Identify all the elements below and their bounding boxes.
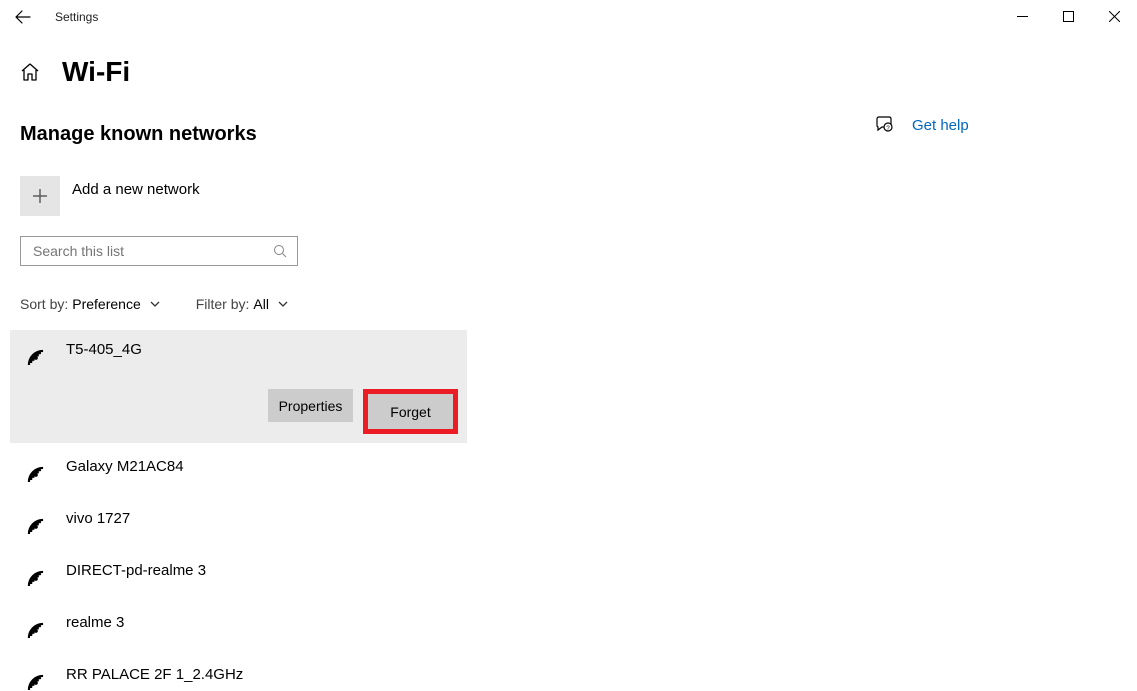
content-area: Manage known networks Add a new network … [20,123,1137,691]
search-icon [272,243,287,259]
page-header: Wi-Fi [20,56,1137,88]
network-name: vivo 1727 [66,510,130,527]
filter-value: All [253,296,269,312]
network-name: realme 3 [66,614,124,631]
get-help-link[interactable]: Get help [912,117,969,134]
search-box[interactable] [20,236,298,266]
maximize-icon [1063,11,1074,22]
add-new-network[interactable]: Add a new network [20,176,1137,216]
sort-value: Preference [72,296,140,312]
close-button[interactable] [1091,0,1137,32]
network-name: Galaxy M21AC84 [66,458,184,475]
wifi-icon [22,613,50,639]
search-input[interactable] [31,242,272,260]
home-button[interactable] [20,62,40,82]
arrow-left-icon [15,9,31,25]
network-name: T5-405_4G [66,341,142,358]
network-item[interactable]: realme 3 [10,603,467,651]
wifi-icon [22,665,50,691]
sort-by-dropdown[interactable]: Sort by: Preference [20,296,161,312]
add-new-label: Add a new network [72,181,200,198]
chevron-down-icon [277,298,289,310]
network-actions: Properties Forget [268,389,458,434]
network-item[interactable]: RR PALACE 2F 1_2.4GHz [10,655,467,691]
network-item[interactable]: vivo 1727 [10,499,467,547]
network-item[interactable]: DIRECT-pd-realme 3 [10,551,467,599]
network-name: DIRECT-pd-realme 3 [66,562,206,579]
wifi-icon [22,561,50,587]
networks-list: T5-405_4G Properties Forget Galaxy M21AC… [10,330,467,691]
window-controls [999,0,1137,32]
filter-label: Filter by: [196,296,250,312]
minimize-icon [1017,11,1028,22]
window-title: Settings [55,10,98,24]
title-bar: Settings [0,0,1137,34]
chevron-down-icon [149,298,161,310]
forget-button[interactable]: Forget [368,394,453,429]
page-title: Wi-Fi [62,56,130,88]
close-icon [1109,11,1120,22]
wifi-icon [22,509,50,535]
plus-icon [20,176,60,216]
forget-highlight: Forget [363,389,458,434]
network-name: RR PALACE 2F 1_2.4GHz [66,666,243,683]
home-icon [20,62,40,82]
network-item-selected[interactable]: T5-405_4G Properties Forget [10,330,467,443]
help-icon: ? [874,115,894,135]
minimize-button[interactable] [999,0,1045,32]
wifi-icon [22,457,50,483]
properties-button[interactable]: Properties [268,389,353,422]
filter-by-dropdown[interactable]: Filter by: All [196,296,289,312]
section-title: Manage known networks [20,123,1137,146]
help-section: ? Get help [874,115,969,135]
wifi-icon [22,340,50,366]
network-item[interactable]: Galaxy M21AC84 [10,447,467,495]
back-button[interactable] [0,0,45,34]
filters-row: Sort by: Preference Filter by: All [20,296,1137,312]
maximize-button[interactable] [1045,0,1091,32]
sort-label: Sort by: [20,296,68,312]
